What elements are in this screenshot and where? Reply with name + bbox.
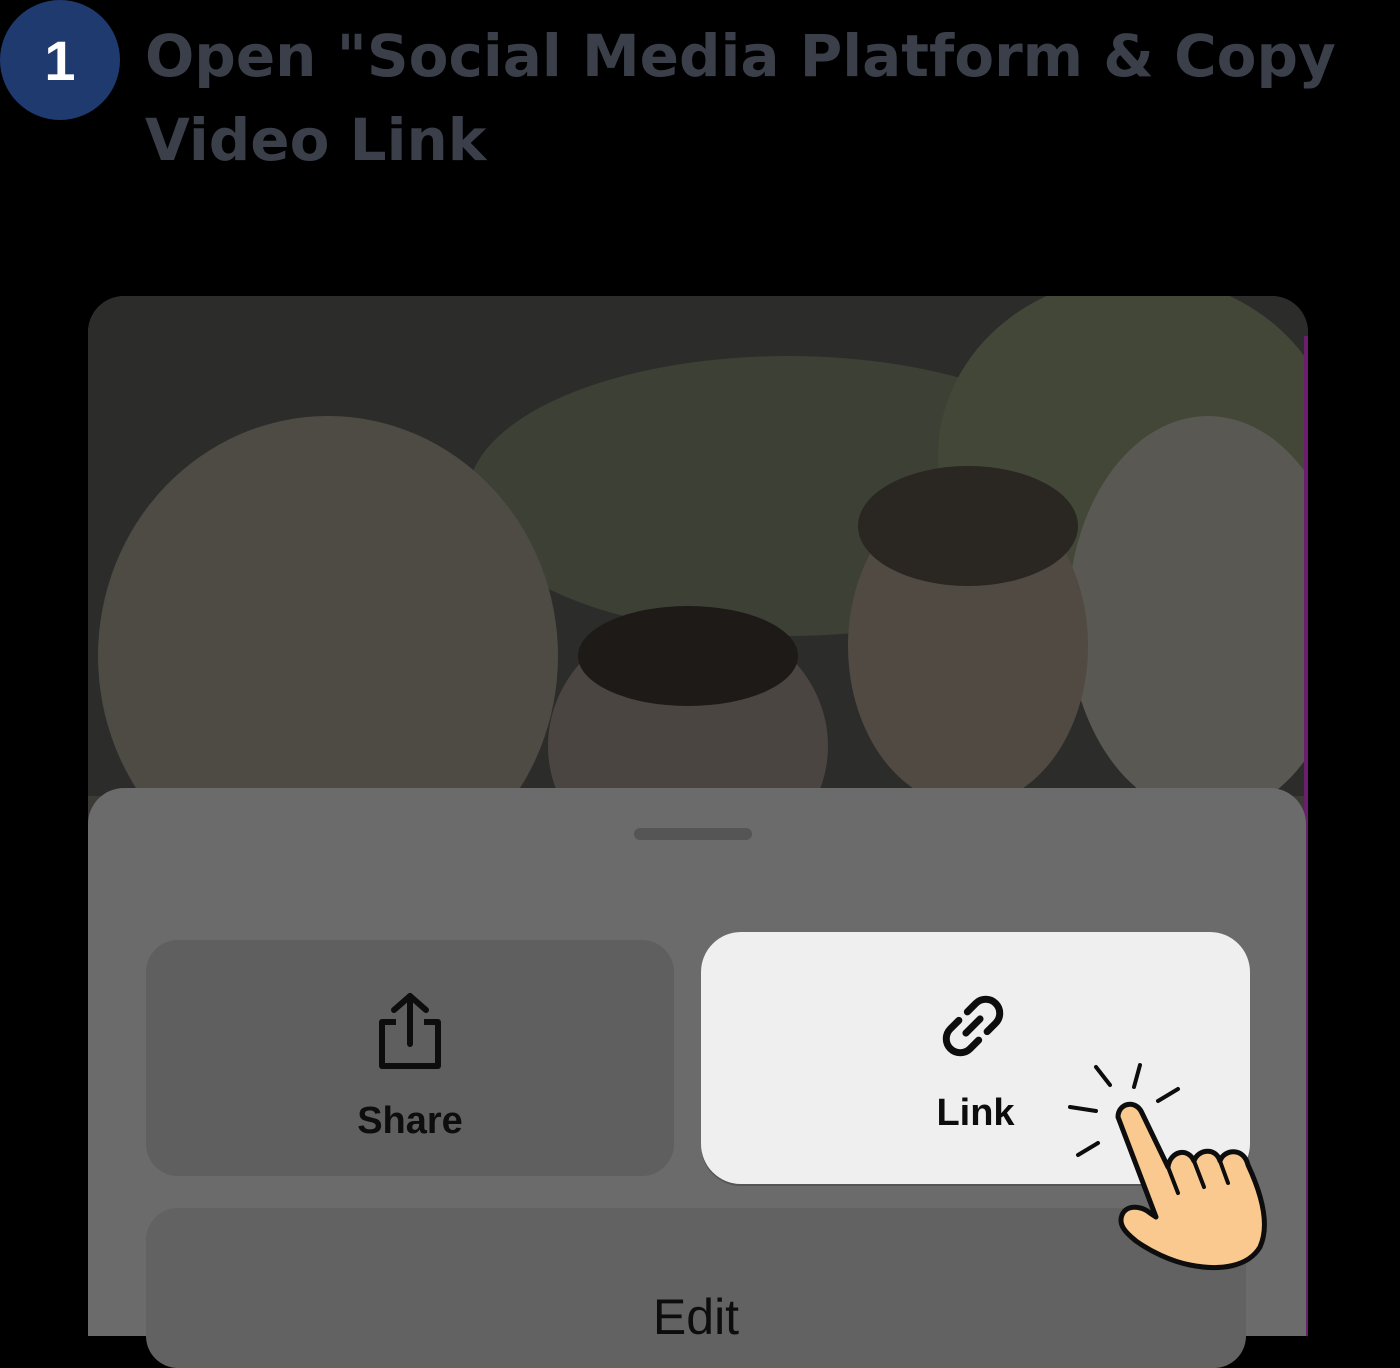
- step-title: Open "Social Media Platform & Copy Video…: [145, 22, 1336, 174]
- sheet-grabber[interactable]: [634, 828, 752, 840]
- link-icon: [942, 995, 1004, 1057]
- video-thumbnail-image: [88, 296, 1308, 796]
- step-number-badge: 1: [0, 0, 120, 120]
- share-label: Share: [357, 1100, 463, 1142]
- edit-label: Edit: [652, 1289, 740, 1345]
- share-button[interactable]: Share: [146, 940, 674, 1176]
- step-number: 1: [44, 28, 76, 92]
- share-icon: [379, 993, 441, 1069]
- tap-hand-icon: [1068, 1063, 1267, 1271]
